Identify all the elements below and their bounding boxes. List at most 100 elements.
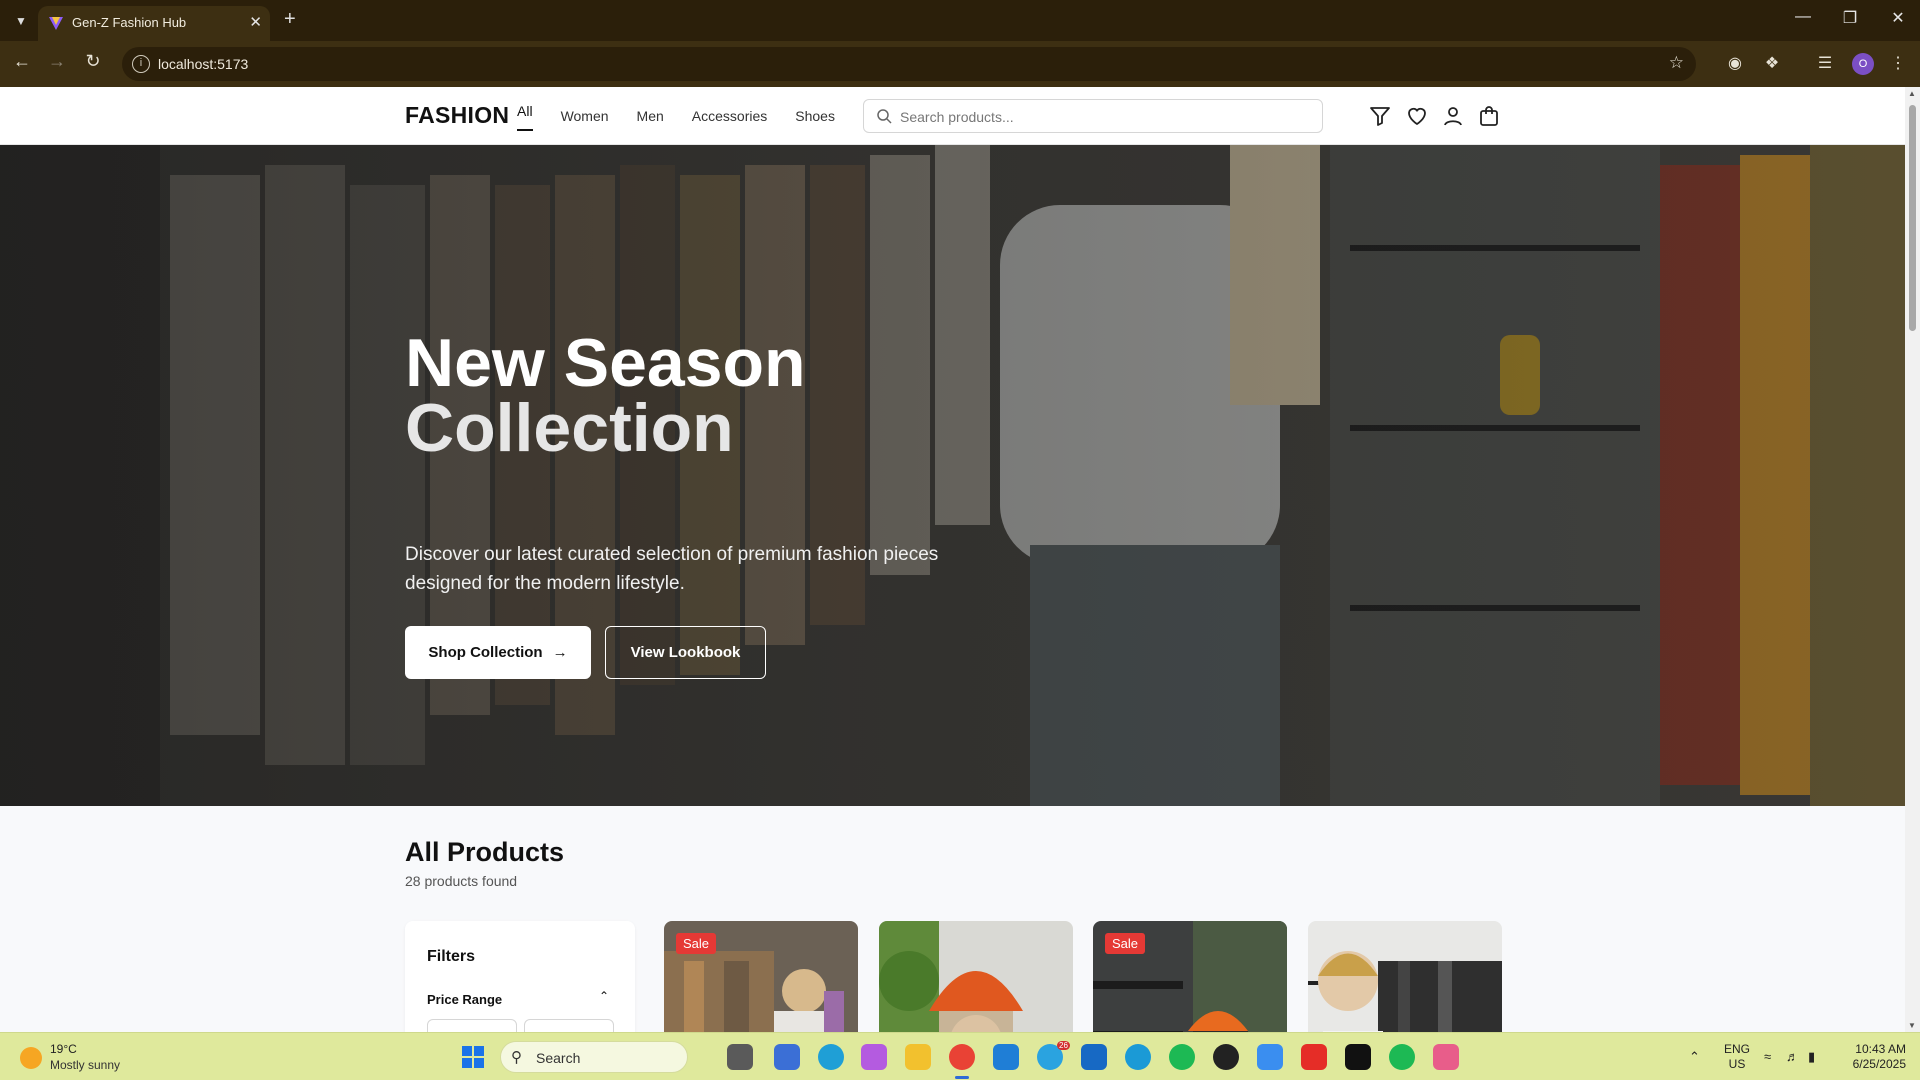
user-icon[interactable] bbox=[1441, 104, 1465, 128]
site-favicon-icon bbox=[49, 17, 63, 30]
arrow-right-icon: → bbox=[552, 644, 568, 661]
spotify-alt-icon[interactable] bbox=[1389, 1044, 1415, 1070]
app-horse-icon[interactable] bbox=[1345, 1044, 1371, 1070]
github-icon[interactable] bbox=[1213, 1044, 1239, 1070]
app-store-icon[interactable] bbox=[1257, 1044, 1283, 1070]
clock-date: 6/25/2025 bbox=[1852, 1057, 1906, 1071]
product-image bbox=[1308, 921, 1502, 1032]
chevron-up-icon[interactable]: ⌃ bbox=[599, 989, 609, 1003]
search-icon: ⚲ bbox=[511, 1049, 522, 1066]
taskbar-search-label: Search bbox=[536, 1050, 581, 1066]
reload-icon[interactable]: ↻ bbox=[80, 51, 106, 72]
cart-icon[interactable] bbox=[1477, 104, 1501, 128]
extensions-puzzle-icon[interactable]: ❖ bbox=[1761, 53, 1783, 73]
price-min-input[interactable] bbox=[427, 1019, 517, 1032]
nav-shoes[interactable]: Shoes bbox=[795, 103, 835, 124]
youtube-icon[interactable] bbox=[1301, 1044, 1327, 1070]
extension-g-icon[interactable]: ◉ bbox=[1724, 53, 1746, 73]
tab-close-icon[interactable]: ✕ bbox=[249, 13, 262, 31]
hero-title: New Season Collection bbox=[405, 325, 905, 466]
chrome-icon[interactable] bbox=[949, 1044, 975, 1070]
spotify-icon[interactable] bbox=[1169, 1044, 1195, 1070]
products-title: All Products bbox=[405, 837, 565, 867]
site-info-icon[interactable]: i bbox=[132, 55, 150, 73]
volume-icon[interactable]: ♬ bbox=[1786, 1049, 1799, 1064]
product-image bbox=[879, 921, 1073, 1032]
search-icon bbox=[877, 109, 892, 124]
back-icon[interactable]: ← bbox=[9, 51, 35, 72]
weather-sun-icon[interactable] bbox=[20, 1047, 42, 1069]
edge-dev-icon[interactable] bbox=[1125, 1044, 1151, 1070]
browser-tab[interactable]: Gen-Z Fashion Hub ✕ bbox=[38, 6, 270, 41]
weather-desc[interactable]: Mostly sunny bbox=[50, 1058, 120, 1072]
price-range-label[interactable]: Price Range bbox=[427, 992, 502, 1007]
taskbar-clock[interactable]: 10:43 AM 6/25/2025 bbox=[1840, 1042, 1906, 1072]
browser-tab-bar: ▼ Gen-Z Fashion Hub ✕ + — ❐ ✕ bbox=[0, 0, 1920, 41]
product-card[interactable] bbox=[879, 921, 1073, 1032]
web-page: FASHION All Women Men Accessories Shoes bbox=[0, 87, 1905, 1032]
bookmark-star-icon[interactable]: ☆ bbox=[1669, 53, 1684, 73]
search-input[interactable] bbox=[900, 106, 1300, 128]
hero-description: Discover our latest curated selection of… bbox=[405, 544, 939, 594]
language-indicator[interactable]: ENG US bbox=[1724, 1042, 1750, 1072]
sale-badge: Sale bbox=[676, 933, 717, 954]
media-controls-icon[interactable]: ☰ bbox=[1814, 53, 1836, 73]
weather-temp[interactable]: 19°C bbox=[50, 1042, 77, 1056]
product-search[interactable] bbox=[863, 99, 1323, 133]
heart-icon[interactable] bbox=[1405, 104, 1429, 128]
product-card[interactable]: Sale bbox=[664, 921, 858, 1032]
forward-icon[interactable]: → bbox=[44, 51, 70, 72]
outlook-icon[interactable] bbox=[1081, 1044, 1107, 1070]
windows-taskbar: 19°C Mostly sunny ⚲ Search 26 ⌃ ENG US ≈… bbox=[0, 1032, 1920, 1080]
site-header: FASHION All Women Men Accessories Shoes bbox=[0, 87, 1905, 145]
scroll-down-icon[interactable]: ▼ bbox=[1908, 1021, 1916, 1030]
products-count: 28 products found bbox=[405, 873, 518, 889]
windows-start-icon[interactable] bbox=[462, 1046, 484, 1068]
nav-all[interactable]: All bbox=[517, 103, 533, 131]
filter-icon[interactable] bbox=[1368, 104, 1392, 128]
tray-overflow-icon[interactable]: ⌃ bbox=[1689, 1049, 1700, 1065]
copilot-icon[interactable] bbox=[774, 1044, 800, 1070]
clock-time: 10:43 AM bbox=[1855, 1042, 1906, 1056]
hero-title-line2: Collection bbox=[405, 390, 734, 466]
price-max-input[interactable] bbox=[524, 1019, 614, 1032]
wifi-icon[interactable]: ≈ bbox=[1764, 1049, 1771, 1064]
taskbar-search[interactable]: ⚲ Search bbox=[500, 1041, 688, 1073]
browser-toolbar: ← → ↻ i localhost:5173 ☆ ◉ ❖ ☰ O ⋮ bbox=[0, 41, 1920, 87]
lang-line1: ENG bbox=[1724, 1042, 1751, 1056]
telegram-badge: 26 bbox=[1057, 1041, 1070, 1050]
vscode-icon[interactable] bbox=[993, 1044, 1019, 1070]
nav-women[interactable]: Women bbox=[561, 103, 609, 124]
nav-men[interactable]: Men bbox=[637, 103, 664, 124]
scroll-thumb[interactable] bbox=[1909, 105, 1916, 331]
app-diamond-icon[interactable] bbox=[1433, 1044, 1459, 1070]
profile-avatar[interactable]: O bbox=[1852, 53, 1874, 75]
m365-icon[interactable] bbox=[861, 1044, 887, 1070]
hero-title-line1: New Season bbox=[405, 325, 806, 401]
lang-line2: US bbox=[1728, 1057, 1746, 1071]
category-nav: All Women Men Accessories Shoes bbox=[517, 103, 863, 131]
view-lookbook-button[interactable]: View Lookbook bbox=[605, 626, 766, 679]
nav-accessories[interactable]: Accessories bbox=[692, 103, 767, 124]
restore-icon[interactable]: ❐ bbox=[1835, 8, 1865, 28]
product-card[interactable] bbox=[1308, 921, 1502, 1032]
address-bar[interactable]: i localhost:5173 ☆ bbox=[122, 47, 1696, 81]
task-view-icon[interactable] bbox=[727, 1044, 753, 1070]
scroll-up-icon[interactable]: ▲ bbox=[1908, 89, 1916, 98]
window-close-icon[interactable]: ✕ bbox=[1883, 8, 1913, 28]
product-card[interactable]: Sale bbox=[1093, 921, 1287, 1032]
new-tab-icon[interactable]: + bbox=[284, 8, 296, 31]
url-text[interactable]: localhost:5173 bbox=[158, 56, 248, 72]
sale-badge: Sale bbox=[1105, 933, 1146, 954]
battery-icon[interactable]: ▮ bbox=[1808, 1049, 1815, 1065]
shop-collection-button[interactable]: Shop Collection → bbox=[405, 626, 591, 679]
minimize-icon[interactable]: — bbox=[1788, 8, 1818, 26]
edge-icon[interactable] bbox=[818, 1044, 844, 1070]
site-logo[interactable]: FASHION bbox=[405, 102, 509, 129]
hero-overlay bbox=[0, 145, 1905, 806]
browser-menu-icon[interactable]: ⋮ bbox=[1887, 53, 1909, 73]
page-scrollbar[interactable]: ▲ ▼ bbox=[1905, 87, 1920, 1032]
tab-search-dropdown-icon[interactable]: ▼ bbox=[10, 10, 32, 32]
file-explorer-icon[interactable] bbox=[905, 1044, 931, 1070]
view-lookbook-label: View Lookbook bbox=[630, 644, 741, 661]
